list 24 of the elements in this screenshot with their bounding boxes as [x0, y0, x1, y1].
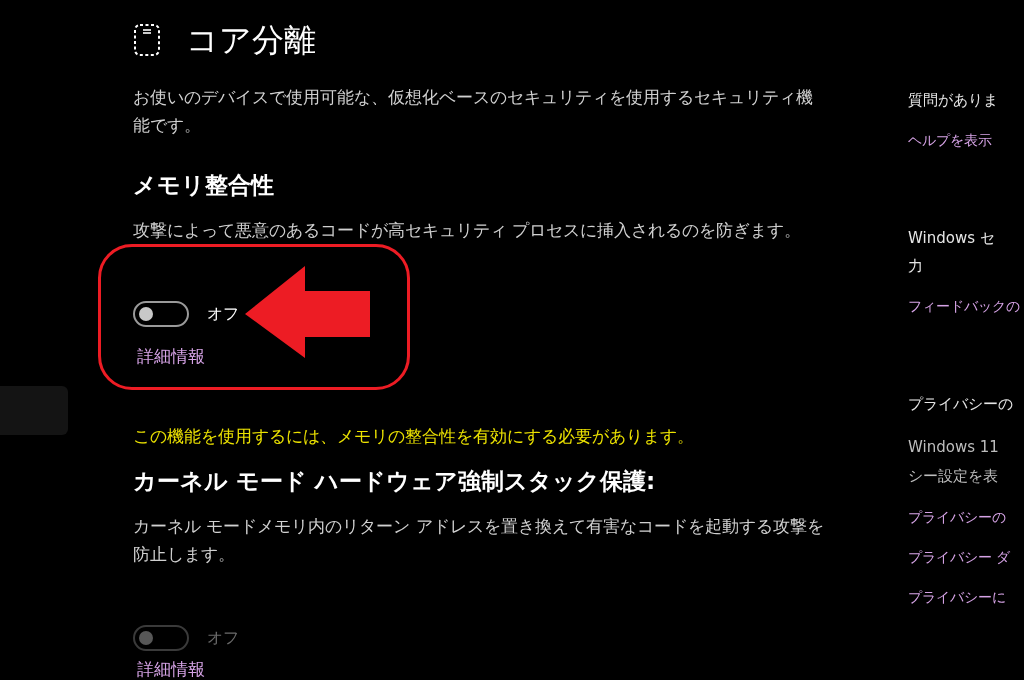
warning-text: この機能を使用するには、メモリの整合性を有効にする必要があります。 [133, 426, 695, 448]
toggle-switch[interactable] [133, 301, 189, 327]
aside-heading: Windows セ [908, 228, 995, 249]
aside-link[interactable]: プライバシーの [908, 507, 1006, 527]
section-heading: メモリ整合性 [133, 171, 275, 200]
aside-link[interactable]: フィードバックの [908, 296, 1020, 316]
aside-heading: 力 [908, 256, 923, 277]
dashed-device-icon [133, 23, 161, 57]
more-info-link[interactable]: 詳細情報 [133, 657, 205, 680]
section-description: カーネル モードメモリ内のリターン アドレスを置き換えて有害なコードを起動する攻撃を防止します。 [133, 515, 825, 566]
page-title: コア分離 [186, 20, 316, 61]
toggle-state-label: オフ [207, 303, 239, 325]
aside-heading: プライバシーの [908, 394, 1013, 415]
aside-text: シー設定を表 [908, 466, 998, 487]
page-description: お使いのデバイスで使用可能な、仮想化ベースのセキュリティを使用するセキュリティ機能です。 [133, 86, 814, 137]
section-heading: カーネル モード ハードウェア強制スタック保護: [133, 467, 657, 496]
aside-text: Windows 11 [908, 437, 999, 458]
aside-link[interactable]: プライバシーに [908, 587, 1006, 607]
aside-link[interactable]: ヘルプを表示 [908, 130, 992, 150]
aside-heading: 質問がありま [908, 90, 998, 111]
toggle-state-label: オフ [207, 627, 239, 649]
more-info-link[interactable]: 詳細情報 [133, 344, 205, 368]
aside-link[interactable]: プライバシー ダ [908, 547, 1011, 567]
section-description: 攻撃によって悪意のあるコードが高セキュリティ プロセスに挿入されるのを防ぎます。 [133, 219, 803, 242]
